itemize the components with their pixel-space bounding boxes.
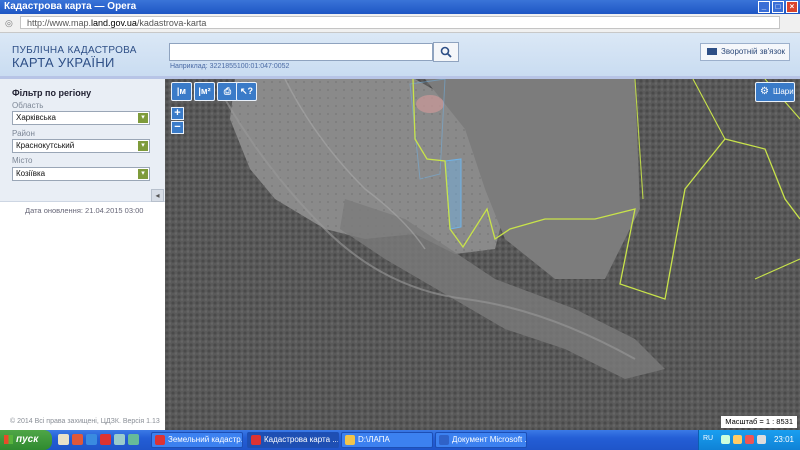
cadastral-search-input[interactable] — [169, 43, 433, 61]
opera-icon — [155, 435, 165, 445]
opera-icon — [251, 435, 261, 445]
district-select[interactable]: Краснокутський ▾ — [12, 139, 150, 153]
window-titlebar: Кадастрова карта — Opera _ □ × — [0, 0, 800, 14]
url-field[interactable]: http://www.map.land.gov.ua/kadastrova-ka… — [20, 16, 780, 29]
window-controls: _ □ × — [758, 1, 798, 13]
clock: 23:01 — [773, 435, 794, 444]
search-example: Наприклад: 3221855100:01:047:0052 — [170, 63, 290, 70]
map-viewport[interactable]: |м |м² ⎙ ↖? + − ⚙ Шари Масштаб = 1 : 853… — [165, 79, 800, 430]
region-value: Харківська — [16, 113, 56, 122]
cursor-question-icon: ↖? — [239, 86, 254, 96]
plus-icon: + — [174, 107, 181, 119]
zoom-out-button[interactable]: − — [171, 121, 184, 134]
sidebar: Фільтр по регіону Область Харківська ▾ Р… — [0, 79, 165, 430]
quicklaunch-misc-icon[interactable] — [114, 434, 125, 445]
task-button[interactable]: D:\ЛАПА — [341, 432, 433, 448]
windows-logo-icon — [4, 435, 13, 444]
minimize-button[interactable]: _ — [758, 1, 770, 13]
tray-icon[interactable] — [745, 435, 754, 444]
language-indicator[interactable]: RU — [703, 435, 713, 442]
ruler-icon: |м — [176, 86, 187, 96]
brand-line-2: КАРТА УКРАЇНИ — [12, 55, 115, 70]
quicklaunch-misc-icon[interactable] — [128, 434, 139, 445]
district-value: Краснокутський — [16, 141, 75, 150]
chevron-down-icon: ▾ — [138, 169, 148, 179]
task-label: Кадастрова карта ... — [264, 435, 339, 444]
word-icon — [439, 435, 449, 445]
city-value: Козіївка — [16, 169, 46, 178]
search-icon — [440, 46, 452, 58]
ruler-area-icon: |м² — [198, 86, 211, 96]
site-header: ПУБЛІЧНА КАДАСТРОВА КАРТА УКРАЇНИ Наприк… — [0, 33, 800, 79]
printer-icon: ⎙ — [223, 86, 232, 96]
windows-taskbar: пуск Земельний кадастр... Кадастрова кар… — [0, 430, 800, 450]
task-button[interactable]: Земельний кадастр... — [151, 432, 243, 448]
city-label: Місто — [12, 156, 33, 165]
url-prefix: http://www.map. — [27, 18, 92, 28]
task-label: Документ Microsoft ... — [452, 435, 527, 444]
region-select[interactable]: Харківська ▾ — [12, 111, 150, 125]
url-domain: land.gov.ua — [91, 18, 137, 28]
gear-icon: ⚙ — [760, 86, 769, 97]
feedback-button[interactable]: Зворотній зв'язок — [700, 43, 790, 61]
search-button[interactable] — [433, 42, 459, 62]
task-button[interactable]: Документ Microsoft ... — [435, 432, 527, 448]
close-button[interactable]: × — [786, 1, 798, 13]
copyright: © 2014 Всі права захищені, ЦДЗК. Версія … — [10, 418, 160, 425]
url-suffix: /kadastrova-karta — [136, 18, 207, 28]
task-label: D:\ЛАПА — [358, 435, 390, 444]
city-select[interactable]: Козіївка ▾ — [12, 167, 150, 181]
tray-icon[interactable] — [733, 435, 742, 444]
minus-icon: − — [174, 121, 181, 133]
print-button[interactable]: ⎙ — [217, 82, 238, 101]
maximize-button[interactable]: □ — [772, 1, 784, 13]
district-label: Район — [12, 129, 35, 138]
identify-button[interactable]: ↖? — [236, 82, 257, 101]
task-button[interactable]: Кадастрова карта ... — [247, 432, 339, 448]
filter-title: Фільтр по регіону — [12, 88, 92, 98]
region-label: Область — [12, 101, 44, 110]
system-tray: RU 23:01 — [698, 430, 800, 450]
globe-icon: ◎ — [5, 18, 13, 28]
chevron-down-icon: ▾ — [138, 141, 148, 151]
region-filter-panel: Фільтр по регіону Область Харківська ▾ Р… — [0, 79, 165, 202]
browser-addressbar: ◎ http://www.map.land.gov.ua/kadastrova-… — [0, 14, 800, 33]
satellite-imagery — [165, 79, 800, 430]
window-title: Кадастрова карта — Opera — [4, 1, 137, 12]
layers-button[interactable]: ⚙ Шари — [755, 82, 795, 102]
collapse-sidebar-button[interactable]: ◂ — [151, 189, 164, 202]
zoom-in-button[interactable]: + — [171, 107, 184, 120]
tray-icon[interactable] — [721, 435, 730, 444]
map-scale: Масштаб = 1 : 8531 — [721, 416, 797, 428]
folder-icon — [345, 435, 355, 445]
task-label: Земельний кадастр... — [168, 435, 243, 444]
chevron-left-icon: ◂ — [155, 191, 160, 200]
quicklaunch-opera-icon[interactable] — [100, 434, 111, 445]
quicklaunch-desktop-icon[interactable] — [58, 434, 69, 445]
start-label: пуск — [16, 434, 39, 445]
feedback-label: Зворотній зв'язок — [721, 47, 786, 56]
measure-length-button[interactable]: |м — [171, 82, 192, 101]
chevron-down-icon: ▾ — [138, 113, 148, 123]
measure-area-button[interactable]: |м² — [194, 82, 215, 101]
envelope-icon — [707, 48, 717, 55]
speaker-icon[interactable] — [757, 435, 766, 444]
layers-label: Шари — [773, 87, 794, 96]
quicklaunch-browser-icon[interactable] — [72, 434, 83, 445]
quicklaunch-app-icon[interactable] — [86, 434, 97, 445]
update-date: Дата оновлення: 21.04.2015 03:00 — [25, 206, 144, 215]
start-button[interactable]: пуск — [0, 430, 52, 450]
